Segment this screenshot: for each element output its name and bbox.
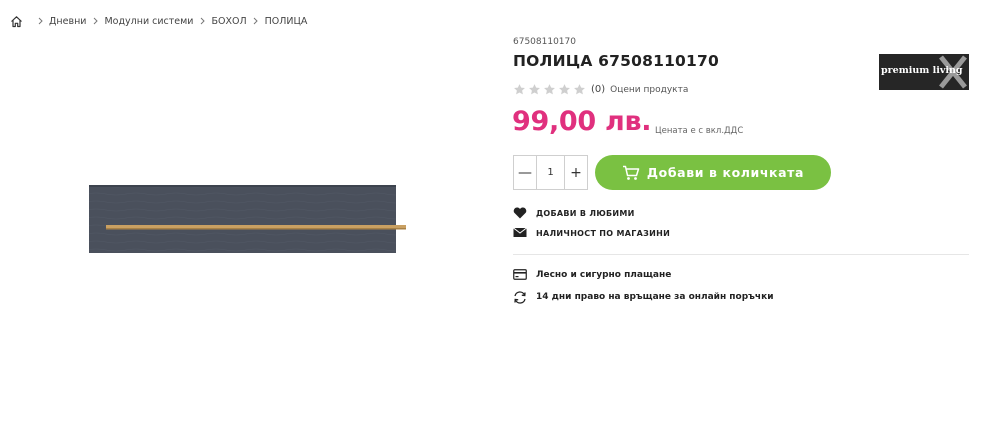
quantity-input[interactable]: 1 xyxy=(536,156,565,189)
breadcrumb: Дневни Модулни системи БОХОЛ ПОЛИЦА xyxy=(10,14,307,28)
chevron-right-icon xyxy=(251,17,261,25)
star-icon[interactable] xyxy=(543,83,556,96)
home-icon[interactable] xyxy=(10,15,23,28)
add-to-cart-label: Добави в количката xyxy=(646,165,805,180)
envelope-icon xyxy=(513,227,527,239)
chevron-right-icon xyxy=(90,17,100,25)
brand-logo-text: premium living xyxy=(881,65,963,76)
divider xyxy=(513,254,969,255)
breadcrumb-item-shelf: ПОЛИЦА xyxy=(264,15,308,27)
credit-card-icon xyxy=(513,269,527,281)
breadcrumb-item-bohol[interactable]: БОХОЛ xyxy=(212,16,247,27)
add-to-cart-button[interactable]: Добави в количката xyxy=(595,155,831,190)
benefit-payment: Лесно и сигурно плащане xyxy=(513,269,671,281)
add-to-favorites-link[interactable]: ДОБАВИ В ЛЮБИМИ xyxy=(513,207,635,219)
brand-logo[interactable]: premium living xyxy=(879,54,969,90)
star-icon[interactable] xyxy=(558,83,571,96)
breadcrumb-item-living-rooms[interactable]: Дневни xyxy=(49,16,86,27)
add-to-favorites-label: ДОБАВИ В ЛЮБИМИ xyxy=(536,208,635,218)
increase-quantity-button[interactable]: + xyxy=(565,156,587,189)
store-availability-link[interactable]: НАЛИЧНОСТ ПО МАГАЗИНИ xyxy=(513,227,670,239)
quantity-stepper: — 1 + xyxy=(513,155,588,190)
rating-count: (0) xyxy=(591,84,606,95)
star-icon[interactable] xyxy=(528,83,541,96)
breadcrumb-item-modular-systems[interactable]: Модулни системи xyxy=(104,16,193,27)
benefit-payment-label: Лесно и сигурно плащане xyxy=(536,270,672,280)
rating: (0) Оцени продукта xyxy=(513,83,688,96)
heart-icon xyxy=(513,207,527,219)
cart-icon xyxy=(622,165,640,181)
star-icon[interactable] xyxy=(513,83,526,96)
store-availability-label: НАЛИЧНОСТ ПО МАГАЗИНИ xyxy=(536,228,671,238)
product-sku: 67508110170 xyxy=(513,37,576,47)
product-title: ПОЛИЦА 67508110170 xyxy=(513,52,720,70)
benefit-returns: 14 дни право на връщане за онлайн поръчк… xyxy=(513,291,774,304)
chevron-right-icon xyxy=(198,17,208,25)
product-image[interactable] xyxy=(86,182,408,258)
benefit-returns-label: 14 дни право на връщане за онлайн поръчк… xyxy=(536,292,774,302)
decrease-quantity-button[interactable]: — xyxy=(514,156,536,189)
chevron-right-icon xyxy=(35,17,45,25)
rate-product-link[interactable]: Оцени продукта xyxy=(610,85,688,95)
return-arrows-icon xyxy=(513,291,527,304)
product-price: 99,00 лв. xyxy=(512,106,652,137)
vat-note: Цената е с вкл.ДДС xyxy=(655,126,744,136)
star-icon[interactable] xyxy=(573,83,586,96)
